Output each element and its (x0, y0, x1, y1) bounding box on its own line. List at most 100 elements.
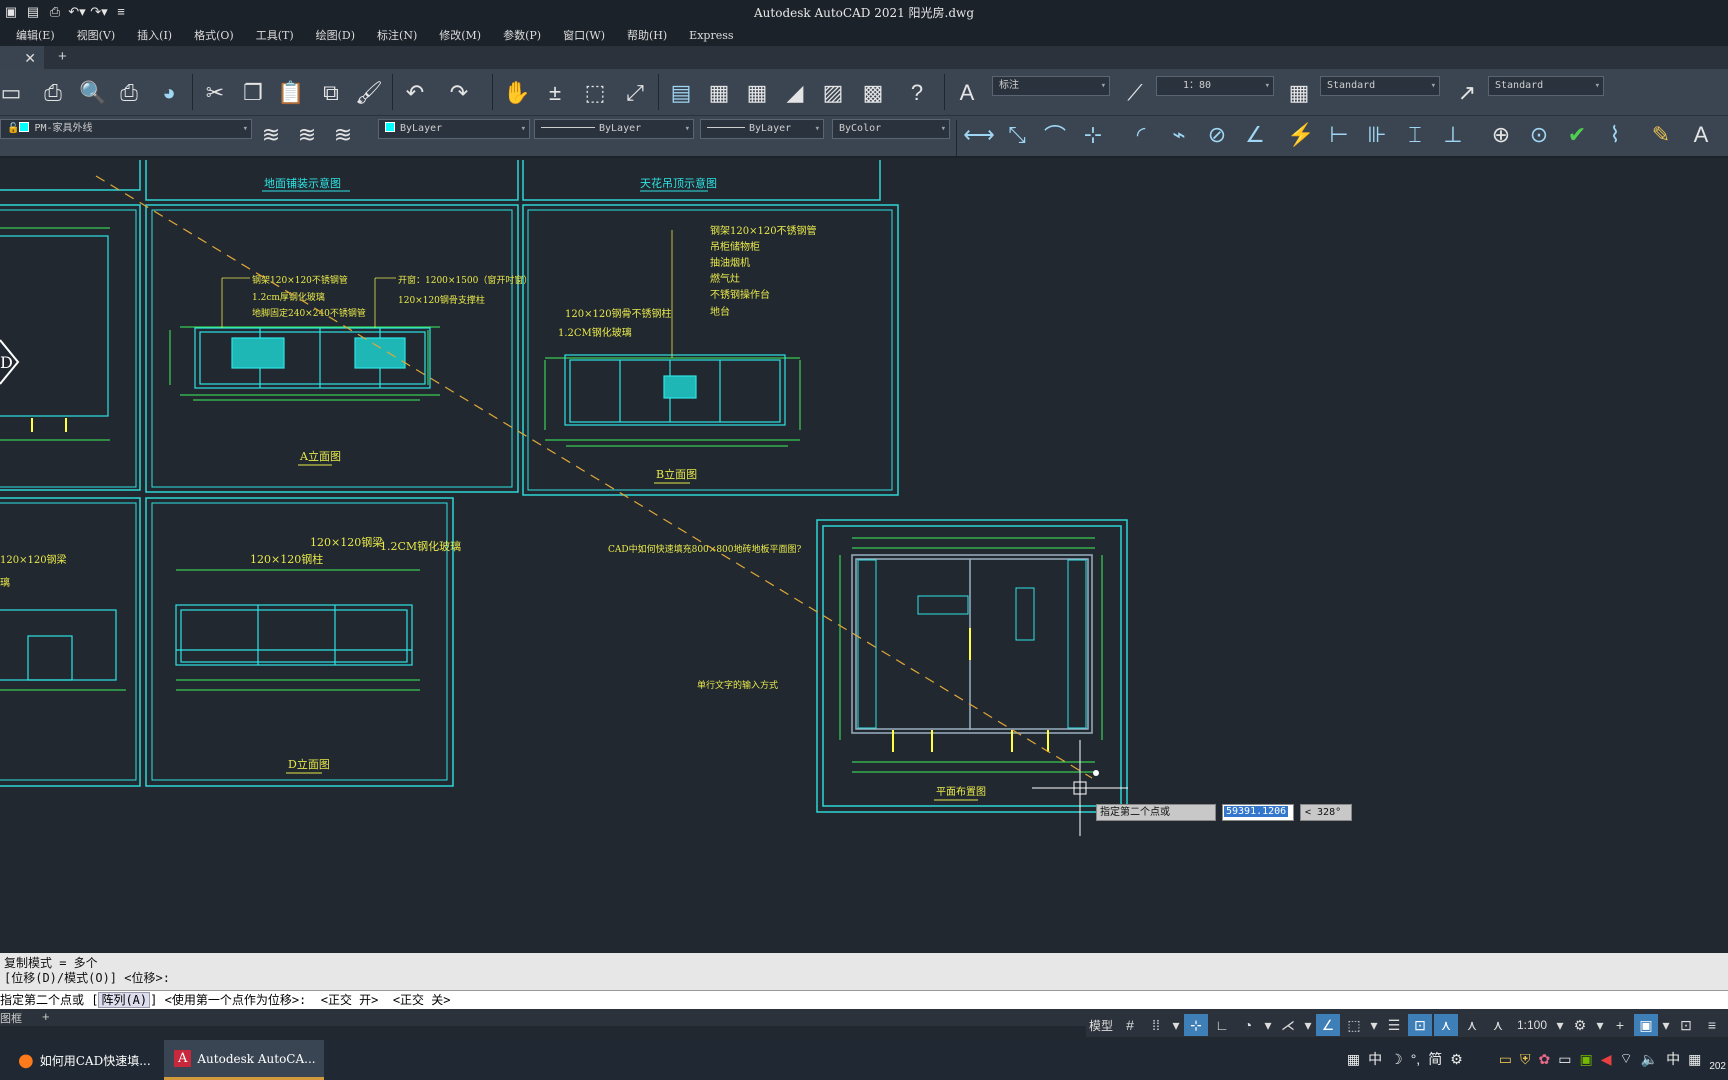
distance-input[interactable]: 59391.1206 (1222, 804, 1294, 821)
menu-modify[interactable]: 修改(M) (439, 27, 481, 43)
tool-palettes-icon[interactable]: ▦ (740, 76, 774, 110)
chevron-down-icon[interactable]: ▾ (1594, 1014, 1606, 1036)
drawing-canvas[interactable]: 地面铺装示意图 天花吊顶示意图 钢架120×120不锈钢管 1.2cm厚钢化玻璃… (0, 160, 1728, 953)
grid-icon[interactable]: # (1118, 1014, 1142, 1036)
copy-icon[interactable]: ❐ (236, 76, 270, 110)
shield-icon[interactable]: ⛨ (1520, 1051, 1531, 1068)
chevron-down-icon[interactable]: ▾ (1262, 1014, 1274, 1036)
menu-express[interactable]: Express (689, 29, 733, 42)
plot-preview-icon[interactable]: 🔍 (76, 76, 110, 110)
clean-screen-icon[interactable]: ⊡ (1674, 1014, 1698, 1036)
taskbar-firefox[interactable]: ● 如何用CAD快速填... (0, 1040, 156, 1080)
save-icon[interactable]: ▭ (0, 76, 28, 110)
text-style-icon[interactable]: A (950, 76, 984, 110)
3d-dwf-icon[interactable]: ◕ (152, 76, 186, 110)
linetype-combo[interactable]: ByLayer ▾ (534, 119, 694, 139)
lineweight-combo[interactable]: ByLayer ▾ (700, 119, 824, 139)
dimension-edit-icon[interactable]: ✎ (1644, 118, 1678, 152)
layout-tab-current[interactable]: 图框 (0, 1010, 22, 1026)
dimension-style-icon[interactable]: ⟋ (1118, 76, 1152, 110)
infer-constraints-icon[interactable]: ⊹ (1184, 1014, 1208, 1036)
menu-dimension[interactable]: 标注(N) (377, 27, 417, 43)
pan-icon[interactable]: ✋ (500, 76, 534, 110)
chevron-down-icon[interactable]: ▾ (1170, 1014, 1182, 1036)
grid-app-icon[interactable]: ▦ (1347, 1051, 1360, 1068)
menu-edit[interactable]: 编辑(E) (16, 27, 55, 43)
plus-icon[interactable]: + (1608, 1014, 1632, 1036)
menu-draw[interactable]: 绘图(D) (316, 27, 355, 43)
polar-icon[interactable]: ◔ (1236, 1014, 1260, 1036)
snap-icon[interactable]: ⁞⁞ (1144, 1014, 1168, 1036)
annotation-scale-icon[interactable]: ⋏ (1486, 1014, 1510, 1036)
annotation-visibility-icon[interactable]: ⋏ (1434, 1014, 1458, 1036)
menu-format[interactable]: 格式(O) (194, 27, 234, 43)
continue-dimension-icon[interactable]: ⊪ (1360, 118, 1394, 152)
zoom-window-icon[interactable]: ⬚ (578, 76, 612, 110)
scale-selector[interactable]: 1:100 (1512, 1014, 1552, 1036)
command-input[interactable]: 指定第二个点或 [阵列(A)] <使用第一个点作为位移>: <正交 开> <正交… (0, 990, 1728, 1009)
multileader-style-combo[interactable]: Standard ▾ (1488, 76, 1604, 96)
sheet-set-icon[interactable]: ◢ (778, 76, 812, 110)
quick-dimension-icon[interactable]: ⚡ (1284, 118, 1318, 152)
ortho-icon[interactable]: ∟ (1210, 1014, 1234, 1036)
ordinate-dimension-icon[interactable]: ⊹ (1076, 118, 1110, 152)
jogged-linear-icon[interactable]: ⌇ (1598, 118, 1632, 152)
tolerance-icon[interactable]: ⊕ (1484, 118, 1518, 152)
table-style-combo[interactable]: Standard ▾ (1320, 76, 1440, 96)
redo-icon[interactable]: ↷ (442, 76, 476, 110)
paste-icon[interactable]: 📋 (274, 76, 308, 110)
menu-window[interactable]: 窗口(W) (563, 27, 605, 43)
angular-dimension-icon[interactable]: ∠ (1238, 118, 1272, 152)
plotstyle-combo[interactable]: ByColor ▾ (832, 119, 950, 139)
workspace-gear-icon[interactable]: ⚙ (1568, 1014, 1592, 1036)
annotation-scale-combo[interactable]: 1：80 ▾ (1156, 76, 1274, 96)
chevron-down-icon[interactable]: ▾ (1302, 1014, 1314, 1036)
layer-states-icon[interactable]: ≋ (326, 118, 360, 152)
isolate-objects-icon[interactable]: ▣ (1634, 1014, 1658, 1036)
close-tab-icon[interactable]: ✕ (0, 46, 44, 70)
menu-help[interactable]: 帮助(H) (627, 27, 667, 43)
lineweight-icon[interactable]: ☰ (1382, 1014, 1406, 1036)
publish-icon[interactable]: ⎙ (112, 76, 146, 110)
help-icon[interactable]: ? (900, 76, 934, 110)
baseline-dimension-icon[interactable]: ⊢ (1322, 118, 1356, 152)
layer-combo[interactable]: 🔓 PM-家具外线 ▾ (0, 119, 252, 139)
new-tab-button[interactable]: + (58, 48, 67, 65)
keyboard-icon[interactable]: ▦ (1688, 1051, 1701, 1068)
model-space-button[interactable]: 模型 (1086, 1014, 1116, 1036)
selection-cycling-icon[interactable]: ⊡ (1408, 1014, 1432, 1036)
add-layout-icon[interactable]: + (42, 1009, 50, 1024)
volume-mute-icon[interactable]: ◀ (1601, 1051, 1612, 1068)
brush-icon[interactable]: 🖌 (352, 76, 386, 110)
menu-view[interactable]: 视图(V) (77, 27, 116, 43)
menu-insert[interactable]: 插入(I) (137, 27, 172, 43)
flower-icon[interactable]: ✿ (1538, 1051, 1550, 1068)
dim-style-combo[interactable]: 标注 ▾ (992, 76, 1110, 96)
diameter-dimension-icon[interactable]: ⊘ (1200, 118, 1234, 152)
ime-indicator[interactable]: 中 (1368, 1049, 1382, 1069)
layer-properties-icon[interactable]: ≋ (254, 118, 288, 152)
dimension-space-icon[interactable]: ⌶ (1398, 118, 1432, 152)
chevron-down-icon[interactable]: ▾ (1368, 1014, 1380, 1036)
arc-length-icon[interactable]: ⌒ (1038, 118, 1072, 152)
menu-tools[interactable]: 工具(T) (256, 27, 294, 43)
properties-icon[interactable]: ▤ (664, 76, 698, 110)
auto-scale-icon[interactable]: ⋏ (1460, 1014, 1484, 1036)
object-snap-tracking-icon[interactable]: ∠ (1316, 1014, 1340, 1036)
taskbar-autocad[interactable]: A Autodesk AutoCA... (164, 1040, 324, 1080)
linear-dimension-icon[interactable]: ⟷ (962, 118, 996, 152)
chat-icon[interactable]: ▭ (1558, 1051, 1571, 1068)
zoom-realtime-icon[interactable]: ± (538, 76, 572, 110)
ime-mode[interactable]: 简 (1428, 1049, 1442, 1069)
center-mark-icon[interactable]: ⊙ (1522, 118, 1556, 152)
network-icon[interactable]: ⌔ (1619, 1050, 1632, 1068)
language-indicator[interactable]: 中 (1666, 1049, 1680, 1069)
markup-icon[interactable]: ▨ (816, 76, 850, 110)
menu-parametric[interactable]: 参数(P) (503, 27, 541, 43)
chevron-down-icon[interactable]: ▾ (1660, 1014, 1672, 1036)
design-center-icon[interactable]: ▦ (702, 76, 736, 110)
customize-icon[interactable]: ≡ (1700, 1014, 1724, 1036)
match-properties-icon[interactable]: ⧉ (314, 76, 348, 110)
folder-icon[interactable]: ▭ (1499, 1051, 1512, 1068)
undo-icon[interactable]: ↶ (398, 76, 432, 110)
